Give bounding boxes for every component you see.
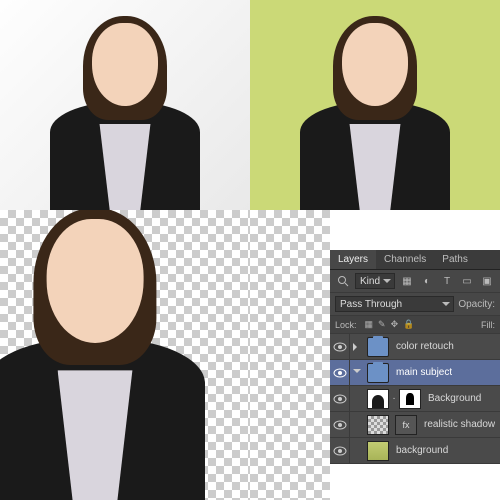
- fill-label: Fill:: [481, 320, 495, 330]
- layer-background-fill[interactable]: background: [330, 438, 500, 464]
- fx-badge-icon[interactable]: fx: [395, 415, 417, 435]
- layer-list: color retouch main subject · Background: [330, 334, 500, 464]
- filter-pixel-icon[interactable]: ▦: [399, 273, 415, 289]
- layer-thumb[interactable]: [367, 389, 389, 409]
- portrait-figure: [0, 230, 205, 500]
- canvas-with-panel: Layers Channels Paths Kind ▦ ◐ T ▭ ▣ Pas…: [250, 210, 500, 500]
- folder-icon: [367, 337, 389, 357]
- lock-transparency-icon[interactable]: ▦: [365, 319, 374, 330]
- image-grid: Layers Channels Paths Kind ▦ ◐ T ▭ ▣ Pas…: [0, 0, 500, 500]
- filter-shape-icon[interactable]: ▭: [459, 273, 475, 289]
- layer-name[interactable]: color retouch: [392, 341, 454, 352]
- tab-channels[interactable]: Channels: [376, 250, 434, 269]
- mask-thumb[interactable]: [399, 389, 421, 409]
- variant-transparent-bg: [0, 210, 250, 500]
- layer-group-main-subject[interactable]: main subject: [330, 360, 500, 386]
- tab-paths[interactable]: Paths: [434, 250, 476, 269]
- tab-layers[interactable]: Layers: [330, 250, 376, 269]
- layer-name[interactable]: realistic shadow: [420, 419, 495, 430]
- panel-tabs: Layers Channels Paths: [330, 250, 500, 270]
- layer-name[interactable]: Background: [424, 393, 481, 404]
- filter-text-icon[interactable]: T: [439, 273, 455, 289]
- filter-kind-select[interactable]: Kind: [355, 273, 395, 289]
- blend-mode-select[interactable]: Pass Through: [335, 296, 454, 312]
- layer-filter-row: Kind ▦ ◐ T ▭ ▣: [330, 270, 500, 293]
- lock-fill-row: Lock: ▦ ✎ ✥ 🔒 Fill:: [330, 316, 500, 334]
- layer-group-color-retouch[interactable]: color retouch: [330, 334, 500, 360]
- transparency-checker: [250, 210, 330, 500]
- layer-name[interactable]: background: [392, 445, 448, 456]
- opacity-label: Opacity:: [458, 299, 495, 310]
- mask-link-icon[interactable]: ·: [392, 393, 396, 404]
- filter-search-icon[interactable]: [335, 273, 351, 289]
- visibility-toggle[interactable]: [330, 438, 350, 463]
- portrait-figure: [300, 30, 450, 210]
- filter-adjust-icon[interactable]: ◐: [419, 273, 435, 289]
- visibility-toggle[interactable]: [330, 360, 350, 385]
- blend-opacity-row: Pass Through Opacity:: [330, 293, 500, 316]
- layer-thumb[interactable]: [367, 441, 389, 461]
- expand-toggle[interactable]: [350, 343, 364, 351]
- portrait-figure: [50, 30, 200, 210]
- lock-all-icon[interactable]: 🔒: [403, 319, 414, 330]
- layer-background-masked[interactable]: · Background: [330, 386, 500, 412]
- variant-green-bg: [250, 0, 500, 210]
- lock-position-icon[interactable]: ✥: [391, 319, 399, 330]
- layer-name[interactable]: main subject: [392, 367, 452, 378]
- variant-gray-bg: [0, 0, 250, 210]
- layer-thumb[interactable]: [367, 415, 389, 435]
- lock-pixels-icon[interactable]: ✎: [378, 319, 386, 330]
- layer-realistic-shadow[interactable]: fx realistic shadow: [330, 412, 500, 438]
- visibility-toggle[interactable]: [330, 334, 350, 359]
- visibility-toggle[interactable]: [330, 412, 350, 437]
- filter-smart-icon[interactable]: ▣: [479, 273, 495, 289]
- layers-panel: Layers Channels Paths Kind ▦ ◐ T ▭ ▣ Pas…: [330, 250, 500, 464]
- visibility-toggle[interactable]: [330, 386, 350, 411]
- expand-toggle[interactable]: [350, 369, 364, 377]
- folder-icon: [367, 363, 389, 383]
- lock-label: Lock:: [335, 320, 357, 330]
